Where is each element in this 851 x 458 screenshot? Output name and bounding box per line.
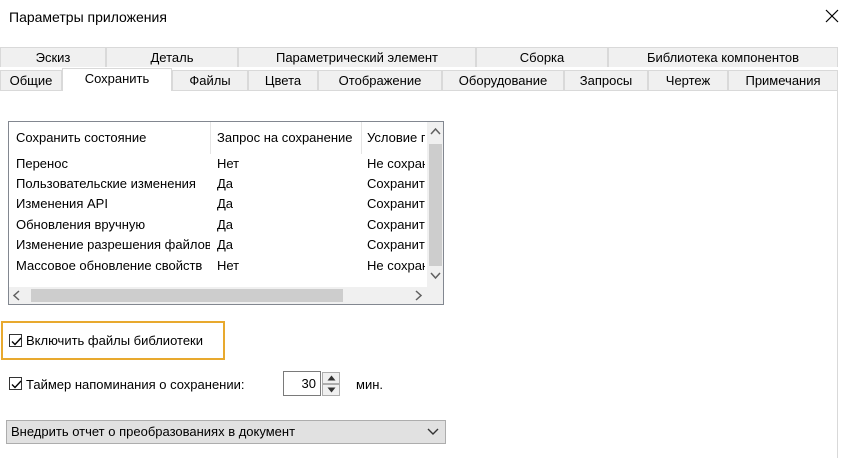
table-cell[interactable]: Массовое обновление свойств — [16, 256, 210, 276]
vertical-scrollbar[interactable] — [427, 122, 443, 288]
close-button[interactable] — [822, 6, 842, 26]
table-cell[interactable]: Да — [217, 174, 357, 194]
table-cell[interactable]: Не сохран — [367, 154, 425, 174]
vertical-scroll-thumb[interactable] — [429, 144, 442, 266]
save-reminder-label[interactable]: Таймер напоминания о сохранении: — [26, 377, 245, 392]
scrollbar-corner — [427, 287, 443, 304]
table-cell[interactable]: Да — [217, 215, 357, 235]
tab-general[interactable]: Общие — [0, 70, 62, 90]
scroll-down-button[interactable] — [427, 268, 443, 288]
chevron-down-icon — [430, 272, 441, 280]
tab-save[interactable]: Сохранить — [62, 68, 172, 91]
tab-part[interactable]: Деталь — [106, 47, 238, 67]
save-state-list[interactable]: Сохранить состояние Запрос на сохранение… — [8, 121, 444, 305]
tab-annotations[interactable]: Примечания — [728, 70, 838, 90]
table-cell[interactable]: Нет — [217, 256, 357, 276]
table-cell[interactable]: Перенос — [16, 154, 210, 174]
tab-files[interactable]: Файлы — [172, 70, 248, 90]
tab-drawing[interactable]: Чертеж — [648, 70, 728, 90]
spinner-up-button[interactable] — [322, 372, 340, 384]
tab-assembly[interactable]: Сборка — [476, 47, 608, 67]
column-header-save-prompt[interactable]: Запрос на сохранение — [217, 122, 362, 154]
minutes-unit-label: мин. — [356, 377, 383, 392]
table-cell[interactable]: Изменение разрешения файлов — [16, 235, 210, 255]
save-reminder-minutes-input[interactable]: 30 — [283, 371, 321, 396]
save-reminder-checkbox[interactable] — [9, 377, 22, 390]
horizontal-scroll-thumb[interactable] — [31, 289, 343, 302]
chevron-up-icon — [430, 127, 441, 135]
checkmark-icon — [11, 380, 22, 389]
table-cell[interactable]: Не сохран — [367, 256, 425, 276]
tab-display[interactable]: Отображение — [318, 70, 442, 90]
horizontal-scrollbar[interactable] — [9, 287, 427, 304]
column-separator[interactable] — [210, 122, 211, 154]
table-cell[interactable]: Да — [217, 235, 357, 255]
include-library-files-checkbox[interactable] — [9, 334, 22, 347]
table-cell[interactable]: Сохранит — [367, 235, 425, 255]
table-cell[interactable]: Сохранит — [367, 174, 425, 194]
scroll-up-button[interactable] — [427, 124, 443, 144]
checkmark-icon — [11, 337, 22, 346]
chevron-right-icon — [415, 290, 423, 301]
scroll-right-button[interactable] — [409, 287, 426, 304]
table-cell[interactable]: Сохранит — [367, 215, 425, 235]
table-cell[interactable]: Пользовательские изменения — [16, 174, 210, 194]
spinner-down-button[interactable] — [322, 384, 340, 396]
tab-queries[interactable]: Запросы — [564, 70, 648, 90]
tab-parametric-element[interactable]: Параметрический элемент — [238, 47, 476, 67]
dropdown-selected-value: Внедрить отчет о преобразованиях в докум… — [11, 424, 296, 439]
tab-hardware[interactable]: Оборудование — [442, 70, 564, 90]
conversion-report-dropdown[interactable]: Внедрить отчет о преобразованиях в докум… — [6, 420, 446, 444]
chevron-left-icon — [12, 290, 20, 301]
triangle-up-icon — [327, 375, 336, 381]
column-header-condition[interactable]: Условие п — [367, 122, 425, 154]
table-cell[interactable]: Изменения API — [16, 194, 210, 214]
tab-sketch[interactable]: Эскиз — [0, 47, 106, 67]
close-icon — [825, 9, 839, 23]
column-separator[interactable] — [361, 122, 362, 154]
column-header-save-state[interactable]: Сохранить состояние — [16, 122, 206, 154]
window-title: Параметры приложения — [9, 9, 167, 25]
tab-colors[interactable]: Цвета — [248, 70, 318, 90]
scroll-left-button[interactable] — [9, 287, 26, 304]
table-cell[interactable]: Нет — [217, 154, 357, 174]
table-cell[interactable]: Обновления вручную — [16, 215, 210, 235]
table-cell[interactable]: Да — [217, 194, 357, 214]
table-cell[interactable]: Сохранит — [367, 194, 425, 214]
include-library-files-label[interactable]: Включить файлы библиотеки — [26, 333, 203, 348]
tab-component-library[interactable]: Библиотека компонентов — [608, 47, 838, 67]
chevron-down-icon — [427, 428, 439, 435]
triangle-down-icon — [327, 387, 336, 393]
